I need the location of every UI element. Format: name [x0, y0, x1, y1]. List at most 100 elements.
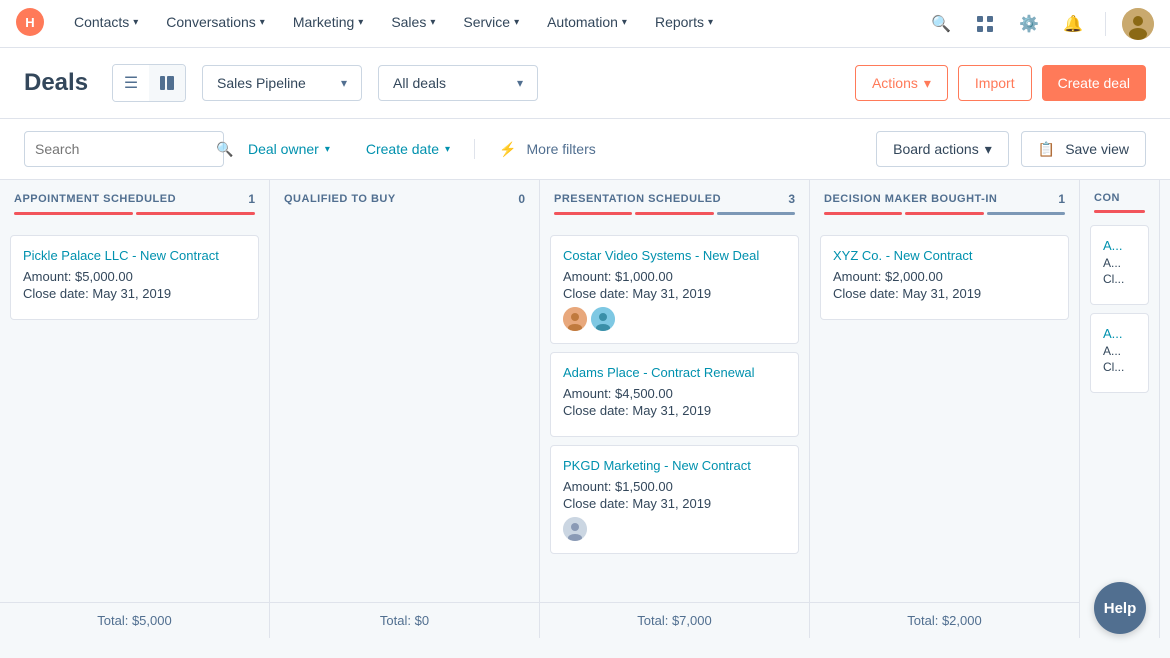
col-cards: Pickle Palace LLC - New Contract Amount: … — [0, 231, 269, 602]
deal-card[interactable]: Adams Place - Contract RenewalAmount: $4… — [550, 352, 799, 437]
kanban-col-appointment-scheduled: APPOINTMENT SCHEDULED 1 Pickle Palace LLC … — [0, 180, 270, 638]
col-footer: Total: $7,000 — [540, 602, 809, 638]
partial-col-title: CON — [1094, 192, 1145, 204]
kanban-col-qualified-to-buy: QUALIFIED TO BUY0Total: $0 — [270, 180, 540, 638]
deal-amount: A... — [1103, 256, 1136, 270]
search-icon[interactable]: 🔍 — [925, 8, 957, 40]
deal-card[interactable]: XYZ Co. - New ContractAmount: $2,000.00C… — [820, 235, 1069, 320]
list-view-button[interactable]: ☰ — [113, 65, 149, 101]
save-view-button[interactable]: 📋 Save view — [1021, 131, 1146, 167]
deal-card[interactable]: A... A... Cl... — [1090, 313, 1149, 393]
nav-sales[interactable]: Sales ▾ — [377, 0, 449, 48]
deal-filter-selector[interactable]: All deals ▾ — [378, 65, 538, 101]
deal-amount: Amount: $1,500.00 — [563, 479, 786, 494]
filter-icon: ⚡ — [499, 141, 516, 158]
filter-bar: 🔍 Deal owner ▾ Create date ▾ ⚡ More filt… — [0, 119, 1170, 180]
deal-amount: Amount: $5,000.00 — [23, 269, 246, 284]
avatar — [563, 517, 587, 541]
chevron-down-icon: ▾ — [517, 76, 523, 90]
kanban-col-decision-maker-bought-in: DECISION MAKER BOUGHT-IN1 XYZ Co. - New C… — [810, 180, 1080, 638]
marketplace-icon[interactable] — [969, 8, 1001, 40]
nav-contacts[interactable]: Contacts ▾ — [60, 0, 152, 48]
col-title: QUALIFIED TO BUY — [284, 193, 396, 205]
deal-card[interactable]: Pickle Palace LLC - New Contract Amount: … — [10, 235, 259, 320]
deal-card[interactable]: PKGD Marketing - New Contract Amount: $1,… — [550, 445, 799, 554]
deal-name: PKGD Marketing - New Contract — [563, 458, 786, 475]
kanban-board: APPOINTMENT SCHEDULED 1 Pickle Palace LLC … — [0, 180, 1170, 638]
page-header: Deals ☰ Sales Pipeline ▾ All deals ▾ Act… — [0, 48, 1170, 119]
col-count: 1 — [1058, 192, 1065, 206]
deal-close-date: Close date: May 31, 2019 — [563, 496, 786, 511]
chevron-down-icon: ▾ — [341, 76, 347, 90]
col-cards: XYZ Co. - New ContractAmount: $2,000.00C… — [810, 231, 1079, 602]
progress-bar — [635, 212, 713, 215]
import-button[interactable]: Import — [958, 65, 1032, 101]
progress-bar — [905, 212, 983, 215]
nav-divider — [1105, 12, 1106, 36]
col-cards: Costar Video Systems - New Deal Amount: $… — [540, 231, 809, 602]
board-view-button[interactable] — [149, 65, 185, 101]
col-cards — [270, 220, 539, 602]
avatar — [563, 307, 587, 331]
nav-conversations[interactable]: Conversations ▾ — [152, 0, 279, 48]
search-icon: 🔍 — [216, 141, 233, 158]
progress-bar — [717, 212, 795, 215]
deal-card[interactable]: Costar Video Systems - New DealAmount: $… — [550, 235, 799, 344]
top-navigation: H Contacts ▾ Conversations ▾ Marketing ▾… — [0, 0, 1170, 48]
deal-card[interactable]: A... A... Cl... — [1090, 225, 1149, 305]
chevron-down-icon: ▾ — [358, 17, 363, 28]
chevron-down-icon: ▾ — [133, 17, 138, 28]
deal-amount: A... — [1103, 344, 1136, 358]
chevron-down-icon: ▾ — [622, 17, 627, 28]
deal-avatars — [563, 307, 786, 331]
nav-reports[interactable]: Reports ▾ — [641, 0, 727, 48]
progress-bar — [824, 212, 902, 215]
deal-amount: Amount: $4,500.00 — [563, 386, 786, 401]
avatar — [591, 307, 615, 331]
col-header-presentation-scheduled: PRESENTATION SCHEDULED3 — [540, 180, 809, 231]
more-filters-button[interactable]: ⚡ More filters — [487, 131, 608, 167]
deal-close-date: Close date: May 31, 2019 — [23, 286, 246, 301]
help-button[interactable]: Help — [1094, 582, 1146, 634]
col-header-decision-maker-bought-in: DECISION MAKER BOUGHT-IN1 — [810, 180, 1079, 231]
header-actions: Actions ▾ Import Create deal — [855, 65, 1146, 101]
notifications-icon[interactable]: 🔔 — [1057, 8, 1089, 40]
col-count: 1 — [248, 192, 255, 206]
progress-bar — [136, 212, 255, 215]
search-box[interactable]: 🔍 — [24, 131, 224, 167]
pipeline-selector[interactable]: Sales Pipeline ▾ — [202, 65, 362, 101]
deal-name: Costar Video Systems - New Deal — [563, 248, 786, 265]
nav-items: Contacts ▾ Conversations ▾ Marketing ▾ S… — [60, 0, 925, 48]
chevron-down-icon: ▾ — [708, 17, 713, 28]
nav-service[interactable]: Service ▾ — [449, 0, 533, 48]
create-deal-button[interactable]: Create deal — [1042, 65, 1146, 101]
kanban-col-partial: CON A... A... Cl... A... A... Cl... — [1080, 180, 1160, 638]
create-date-filter[interactable]: Create date ▾ — [354, 131, 462, 167]
col-footer: Total: $5,000 — [0, 602, 269, 638]
actions-button[interactable]: Actions ▾ — [855, 65, 948, 101]
settings-icon[interactable]: ⚙️ — [1013, 8, 1045, 40]
deal-amount: Amount: $2,000.00 — [833, 269, 1056, 284]
board-actions-button[interactable]: Board actions ▾ — [876, 131, 1009, 167]
search-input[interactable] — [35, 141, 216, 157]
progress-bar — [1094, 210, 1145, 213]
chevron-down-icon: ▾ — [514, 17, 519, 28]
chevron-down-icon: ▾ — [985, 141, 992, 158]
hubspot-logo[interactable]: H — [16, 8, 44, 39]
avatar[interactable] — [1122, 8, 1154, 40]
col-title: APPOINTMENT SCHEDULED — [14, 193, 176, 205]
page-title: Deals — [24, 69, 88, 97]
deal-owner-filter[interactable]: Deal owner ▾ — [236, 131, 342, 167]
nav-automation[interactable]: Automation ▾ — [533, 0, 641, 48]
col-header-appointment-scheduled: APPOINTMENT SCHEDULED 1 — [0, 180, 269, 231]
deal-name: A... — [1103, 326, 1136, 341]
partial-col-header: CON — [1080, 180, 1159, 221]
deal-name: Pickle Palace LLC - New Contract — [23, 248, 246, 265]
col-count: 3 — [788, 192, 795, 206]
deal-close-date: Cl... — [1103, 360, 1136, 374]
chevron-down-icon: ▾ — [260, 17, 265, 28]
deal-name: XYZ Co. - New Contract — [833, 248, 1056, 265]
chevron-down-icon: ▾ — [430, 17, 435, 28]
nav-marketing[interactable]: Marketing ▾ — [279, 0, 378, 48]
progress-bar — [987, 212, 1065, 215]
